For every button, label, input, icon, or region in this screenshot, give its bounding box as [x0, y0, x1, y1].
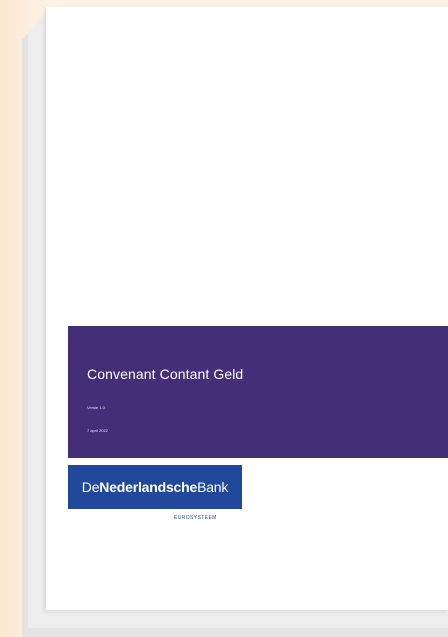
- dnb-logo: De Nederlandsche Bank: [68, 465, 242, 509]
- logo-text-bank: Bank: [197, 479, 229, 495]
- logo-text-nederlandsche: Nederlandsche: [99, 479, 198, 495]
- document-date: 7 april 2022: [87, 428, 108, 433]
- document-version: Versie 1.0: [87, 405, 105, 410]
- cover-title-band: Convenant Contant Geld Versie 1.0 7 apri…: [68, 326, 448, 458]
- logo-subtitle: EUROSYSTEEM: [174, 515, 217, 521]
- document-title: Convenant Contant Geld: [87, 366, 244, 382]
- document-cover-page: [46, 7, 448, 610]
- logo-text-de: De: [81, 479, 100, 495]
